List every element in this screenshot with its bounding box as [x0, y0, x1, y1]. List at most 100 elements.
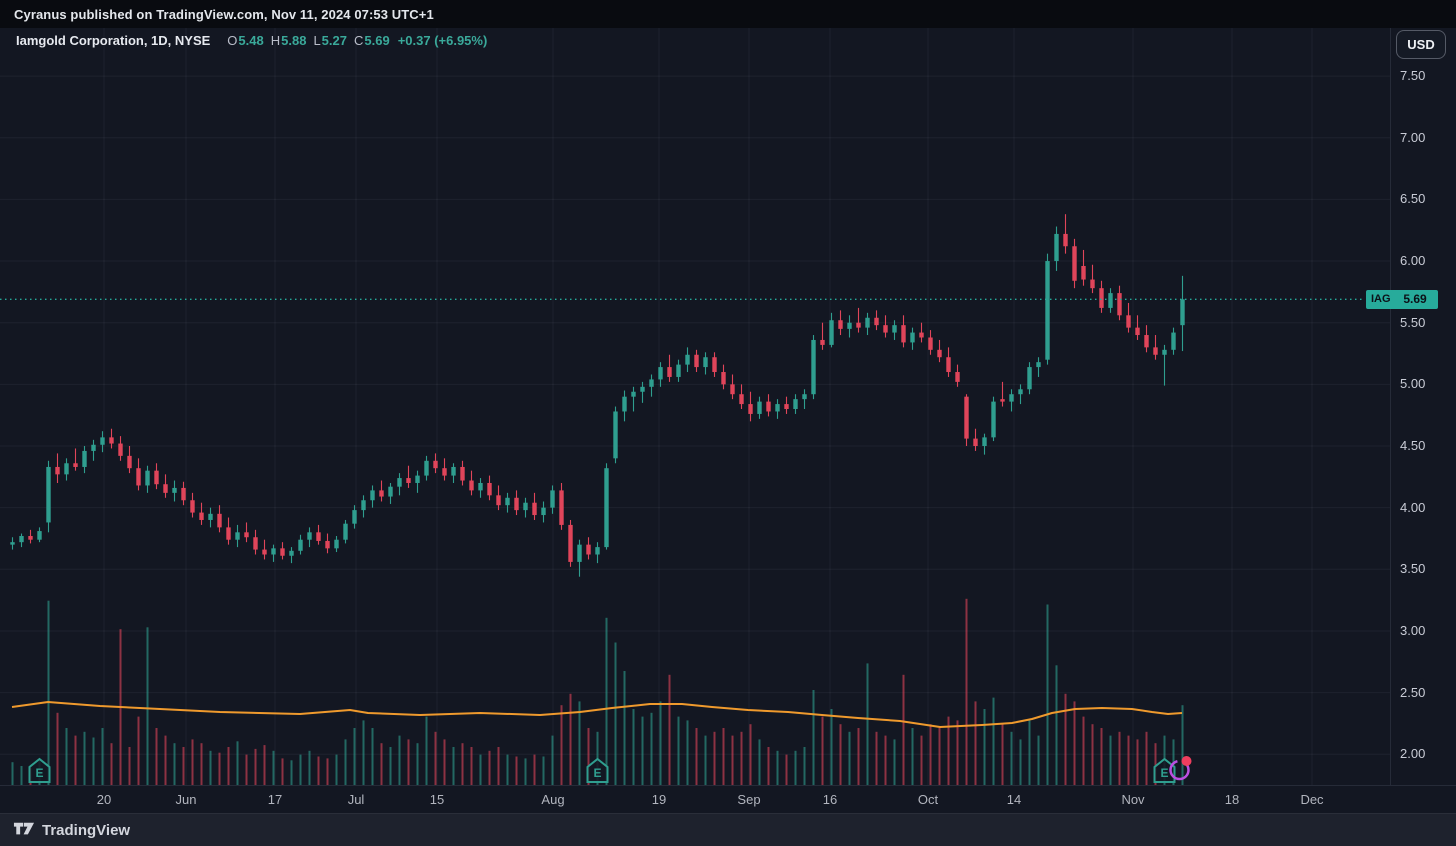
candle-body [892, 325, 897, 333]
symbol-title[interactable]: Iamgold Corporation, 1D, NYSE [16, 33, 210, 48]
volume-bar [218, 752, 221, 785]
volume-bar [1109, 735, 1112, 785]
volume-bar [722, 728, 725, 785]
price-axis[interactable]: 7.50 7.00 6.50 6.00 5.50 5.00 4.50 4.00 3.50 3.00… [1390, 28, 1456, 785]
candle-body [550, 490, 555, 508]
volume-bar [497, 747, 500, 785]
volume-bar [524, 758, 527, 785]
volume-bar [1145, 731, 1148, 785]
candle-body [631, 391, 636, 397]
candle-body [748, 404, 753, 414]
open-value: 5.48 [238, 33, 264, 48]
price-tick-label: 7.50 [1400, 68, 1426, 84]
candle-body [217, 513, 222, 528]
volume-bar [1028, 720, 1031, 785]
candle-body [127, 455, 132, 469]
candle-body [703, 357, 708, 368]
candle-body [307, 532, 312, 540]
candle-body [361, 500, 366, 511]
candle-body [820, 339, 825, 345]
price-tick-label: 5.00 [1400, 376, 1426, 392]
price-tick-label: 3.00 [1400, 622, 1426, 638]
price-tick-label: 6.50 [1400, 191, 1426, 207]
tradingview-chart-page: Cyranus published on TradingView.com, No… [0, 0, 1456, 846]
volume-bar [443, 739, 446, 785]
volume-bar [236, 741, 239, 785]
candle-body [325, 540, 330, 549]
price-tick-label: 6.00 [1400, 253, 1426, 269]
candle-body [532, 502, 537, 516]
earnings-icon[interactable]: E [28, 757, 51, 783]
volume-bar [542, 756, 545, 785]
volume-bar [1010, 731, 1013, 785]
candle-body [586, 544, 591, 555]
candle-body [694, 354, 699, 368]
candle-body [352, 510, 357, 524]
candle-body [667, 367, 672, 377]
low-value: 5.27 [321, 33, 347, 48]
volume-bar [641, 716, 644, 785]
volume-bar [983, 709, 986, 785]
candle-body [154, 470, 159, 485]
volume-bar [1082, 716, 1085, 785]
volume-bar [821, 716, 824, 785]
candle-body [928, 337, 933, 350]
volume-bar [452, 747, 455, 785]
candle-body [181, 487, 186, 501]
candle-body [298, 539, 303, 551]
volume-bar [290, 760, 293, 785]
volume-bar [713, 731, 716, 785]
volume-bar [866, 663, 869, 785]
volume-bar [758, 739, 761, 785]
currency-button[interactable]: USD [1396, 30, 1446, 59]
price-tick-label: 2.50 [1400, 684, 1426, 700]
candle-body [244, 532, 249, 538]
candle-body [109, 437, 114, 444]
volume-bar [875, 731, 878, 785]
candle-body [163, 484, 168, 493]
volume-bar [938, 728, 941, 785]
candle-body [1036, 362, 1041, 368]
candle-body [514, 497, 519, 511]
candle-body [982, 437, 987, 446]
candle-body [424, 460, 429, 476]
volume-bar [1064, 693, 1067, 785]
volume-bar [398, 735, 401, 785]
candle-body [451, 466, 456, 476]
volume-bar [893, 739, 896, 785]
chart-canvas[interactable]: EEE [0, 0, 1390, 785]
earnings-icon[interactable]: E [586, 757, 609, 783]
candle-body [1009, 394, 1014, 402]
candle-body [1027, 367, 1032, 390]
volume-bar [740, 731, 743, 785]
earnings-alert-dot [1181, 756, 1192, 766]
candle-body [208, 513, 213, 520]
candle-body [28, 536, 33, 540]
candle-body [253, 537, 258, 550]
price-tick-label: 2.00 [1400, 746, 1426, 762]
svg-text:E: E [593, 766, 601, 780]
volume-bar [650, 712, 653, 785]
candle-body [37, 531, 42, 540]
volume-bar [488, 750, 491, 785]
volume-bar [794, 750, 797, 785]
candle-body [1180, 299, 1185, 326]
volume-bar [1037, 735, 1040, 785]
volume-bar [632, 709, 635, 785]
candle-body [136, 468, 141, 486]
candle-body [1072, 246, 1077, 281]
candle-body [784, 404, 789, 410]
candle-body [829, 320, 834, 345]
volume-bar [326, 758, 329, 785]
volume-bar [767, 747, 770, 785]
candle-body [919, 332, 924, 338]
candle-body [190, 500, 195, 513]
volume-bar [92, 737, 95, 785]
volume-bar [668, 674, 671, 785]
symbol-legend: Iamgold Corporation, 1D, NYSE O 5.48 H 5.8… [16, 33, 487, 48]
tradingview-logo[interactable]: TradingView [13, 822, 130, 839]
candle-body [946, 357, 951, 373]
time-axis[interactable]: 20 Jun 17 Jul 15 Aug 19 Sep 16 Oct 14 Nov 18 Dec [0, 785, 1456, 814]
volume-bar [659, 701, 662, 785]
candle-body [811, 339, 816, 395]
